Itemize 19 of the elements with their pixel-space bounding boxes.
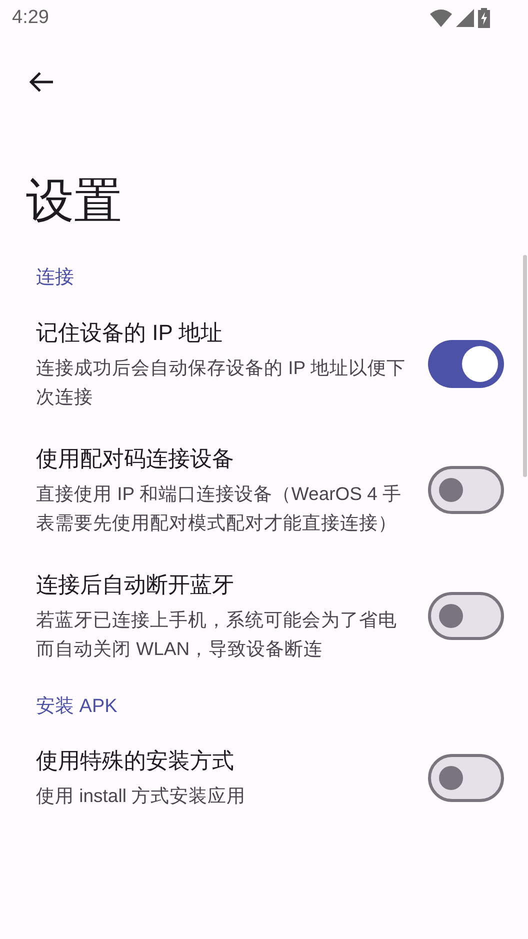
toggle-switch[interactable] (428, 340, 504, 388)
battery-charging-icon (478, 8, 490, 28)
toggle-switch[interactable] (428, 592, 504, 640)
wifi-icon (430, 9, 452, 27)
section-header: 连接 (36, 267, 74, 288)
setting-description: 若蓝牙已连接上手机，系统可能会为了省电而自动关闭 WLAN，导致设备断连 (36, 608, 398, 660)
page-title: 设置 (25, 174, 123, 230)
setting-title: 记住设备的 IP 地址 (36, 318, 224, 346)
toggle-switch[interactable] (428, 466, 504, 514)
setting-title: 使用配对码连接设备 (36, 444, 235, 472)
setting-description: 使用 install 方式安装应用 (36, 784, 247, 808)
section-header: 安装 APK (36, 696, 118, 716)
setting-title: 使用特殊的安装方式 (36, 747, 235, 775)
setting-title: 连接后自动断开蓝牙 (36, 570, 235, 598)
setting-description: 直接使用 IP 和端口连接设备（WearOS 4 手表需要先使用配对模式配对才能直接连接） (36, 482, 403, 534)
setting-description: 连接成功后会自动保存设备的 IP 地址以便下次连接 (36, 356, 406, 408)
toggle-switch[interactable] (428, 754, 504, 802)
signal-icon (456, 9, 474, 27)
status-time: 4:29 (12, 6, 49, 30)
